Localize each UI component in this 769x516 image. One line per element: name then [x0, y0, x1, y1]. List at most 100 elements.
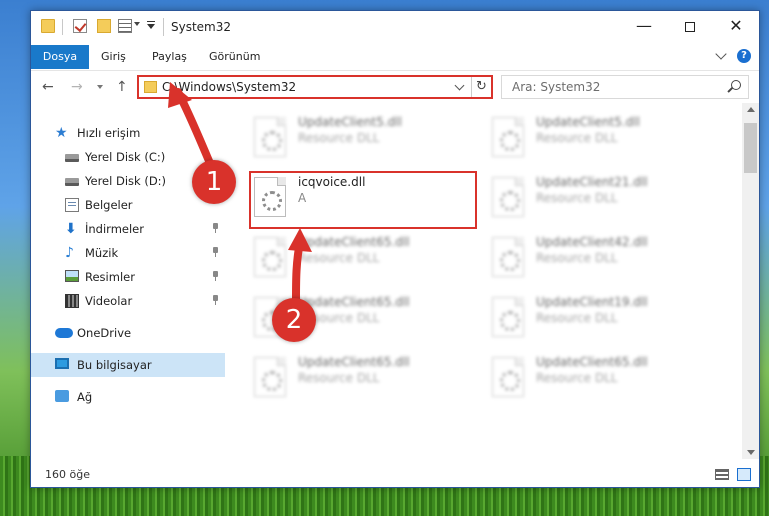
status-bar: 160 öğe: [31, 461, 759, 487]
file-item[interactable]: UpdateClient5.dll Resource DLL: [250, 111, 470, 161]
maximize-icon: [685, 21, 695, 32]
tab-share[interactable]: Paylaş: [152, 45, 187, 69]
forward-button[interactable]: →: [71, 79, 83, 95]
sidebar-item-local-disk-c[interactable]: Yerel Disk (C:): [31, 145, 225, 169]
file-item[interactable]: UpdateClient19.dll Resource DLL: [488, 291, 708, 341]
close-button[interactable]: ✕: [713, 11, 759, 41]
pin-icon[interactable]: [211, 247, 220, 257]
title-divider: [163, 18, 164, 36]
tab-home[interactable]: Giriş: [101, 45, 126, 69]
drive-icon: [65, 178, 79, 186]
back-button[interactable]: ←: [42, 79, 54, 95]
file-item[interactable]: UpdateClient65.dll Resource DLL: [250, 351, 470, 401]
sidebar-item-pictures[interactable]: Resimler: [31, 265, 225, 289]
pin-icon[interactable]: [211, 295, 220, 305]
file-highlight-box: [249, 171, 477, 229]
properties-icon[interactable]: [118, 19, 132, 33]
cloud-icon: [55, 328, 73, 338]
file-description: Resource DLL: [536, 251, 618, 265]
toolbar-divider: [62, 19, 63, 35]
address-bar[interactable]: C:\Windows\System32 ↻: [137, 75, 493, 99]
sidebar-item-label: Müzik: [85, 246, 119, 260]
folder-icon: [144, 81, 157, 93]
file-name: UpdateClient42.dll: [536, 235, 648, 249]
callout-1: 1: [192, 160, 236, 204]
drive-icon: [65, 154, 79, 162]
sidebar-item-label: Videolar: [85, 294, 133, 308]
file-item[interactable]: UpdateClient21.dll Resource DLL: [488, 171, 708, 221]
dll-file-icon: [492, 297, 524, 337]
address-dropdown-icon[interactable]: [454, 80, 465, 91]
vertical-scrollbar[interactable]: [742, 103, 759, 459]
scroll-down-icon[interactable]: [747, 450, 755, 455]
dll-file-icon: [492, 237, 524, 277]
file-description: Resource DLL: [298, 371, 380, 385]
sidebar-item-label: Belgeler: [85, 198, 133, 212]
help-icon[interactable]: ?: [737, 49, 751, 63]
recent-locations-icon[interactable]: [97, 85, 103, 89]
file-item[interactable]: UpdateClient42.dll Resource DLL: [488, 231, 708, 281]
sidebar-item-label: Yerel Disk (D:): [85, 174, 167, 188]
file-description: Resource DLL: [536, 371, 618, 385]
file-item[interactable]: UpdateClient65.dll Resource DLL: [488, 351, 708, 401]
pin-icon[interactable]: [211, 223, 220, 233]
file-name: UpdateClient21.dll: [536, 175, 648, 189]
sidebar-item-onedrive[interactable]: OneDrive: [31, 321, 225, 345]
search-icon[interactable]: [731, 80, 741, 90]
refresh-button[interactable]: ↻: [471, 77, 491, 97]
sidebar-item-documents[interactable]: Belgeler: [31, 193, 225, 217]
file-item[interactable]: UpdateClient5.dll Resource DLL: [488, 111, 708, 161]
sidebar-item-quick-access[interactable]: ★ Hızlı erişim: [31, 121, 225, 145]
pin-icon[interactable]: [211, 271, 220, 281]
file-description: Resource DLL: [536, 131, 618, 145]
file-name: UpdateClient65.dll: [298, 355, 410, 369]
sidebar-item-label: İndirmeler: [85, 222, 144, 236]
scroll-thumb[interactable]: [744, 123, 757, 173]
customize-toolbar-icon[interactable]: [147, 21, 155, 29]
search-input[interactable]: Ara: System32: [501, 75, 749, 99]
navigation-bar: ← → ↑ C:\Windows\System32 ↻ Ara: System3…: [31, 70, 759, 102]
file-name: UpdateClient19.dll: [536, 295, 648, 309]
file-description: Resource DLL: [536, 191, 618, 205]
address-path[interactable]: C:\Windows\System32: [162, 80, 296, 94]
properties-check-icon[interactable]: [73, 19, 87, 33]
file-name: UpdateClient65.dll: [298, 295, 410, 309]
title-bar: System32 — ✕: [31, 11, 759, 45]
folder-icon: [41, 19, 55, 33]
network-icon: [55, 390, 69, 402]
dll-file-icon: [254, 357, 286, 397]
file-item[interactable]: UpdateClient65.dll Resource DLL: [250, 231, 470, 281]
new-folder-icon[interactable]: [97, 19, 111, 33]
file-description: Resource DLL: [536, 311, 618, 325]
sidebar-item-music[interactable]: ♪ Müzik: [31, 241, 225, 265]
sidebar-item-label: Bu bilgisayar: [77, 358, 152, 372]
details-view-icon[interactable]: [715, 469, 729, 480]
file-name: UpdateClient5.dll: [298, 115, 402, 129]
maximize-button[interactable]: [667, 11, 713, 41]
file-name: UpdateClient65.dll: [536, 355, 648, 369]
item-count: 160 öğe: [45, 468, 90, 481]
documents-icon: [65, 198, 79, 212]
file-name: UpdateClient5.dll: [536, 115, 640, 129]
scroll-up-icon[interactable]: [747, 107, 755, 112]
file-explorer-window: System32 — ✕ Dosya Giriş Paylaş Görünüm …: [30, 10, 760, 488]
sidebar-item-network[interactable]: Ağ: [31, 385, 225, 409]
dll-file-icon: [254, 237, 286, 277]
sidebar-item-videos[interactable]: Videolar: [31, 289, 225, 313]
sidebar-item-label: Ağ: [77, 390, 93, 404]
large-icons-view-icon[interactable]: [737, 468, 751, 481]
up-button[interactable]: ↑: [116, 79, 128, 95]
sidebar-item-downloads[interactable]: ⬇ İndirmeler: [31, 217, 225, 241]
downloads-icon: ⬇: [65, 221, 77, 237]
star-icon: ★: [55, 125, 68, 141]
file-name: UpdateClient65.dll: [298, 235, 410, 249]
minimize-button[interactable]: —: [621, 11, 667, 41]
dll-file-icon: [492, 177, 524, 217]
sidebar-item-this-pc[interactable]: Bu bilgisayar: [31, 353, 225, 377]
music-icon: ♪: [65, 245, 74, 261]
chevron-down-icon[interactable]: [134, 22, 140, 26]
tab-file[interactable]: Dosya: [31, 45, 89, 69]
sidebar-item-label: OneDrive: [77, 326, 132, 340]
dll-file-icon: [492, 357, 524, 397]
tab-view[interactable]: Görünüm: [209, 45, 260, 69]
